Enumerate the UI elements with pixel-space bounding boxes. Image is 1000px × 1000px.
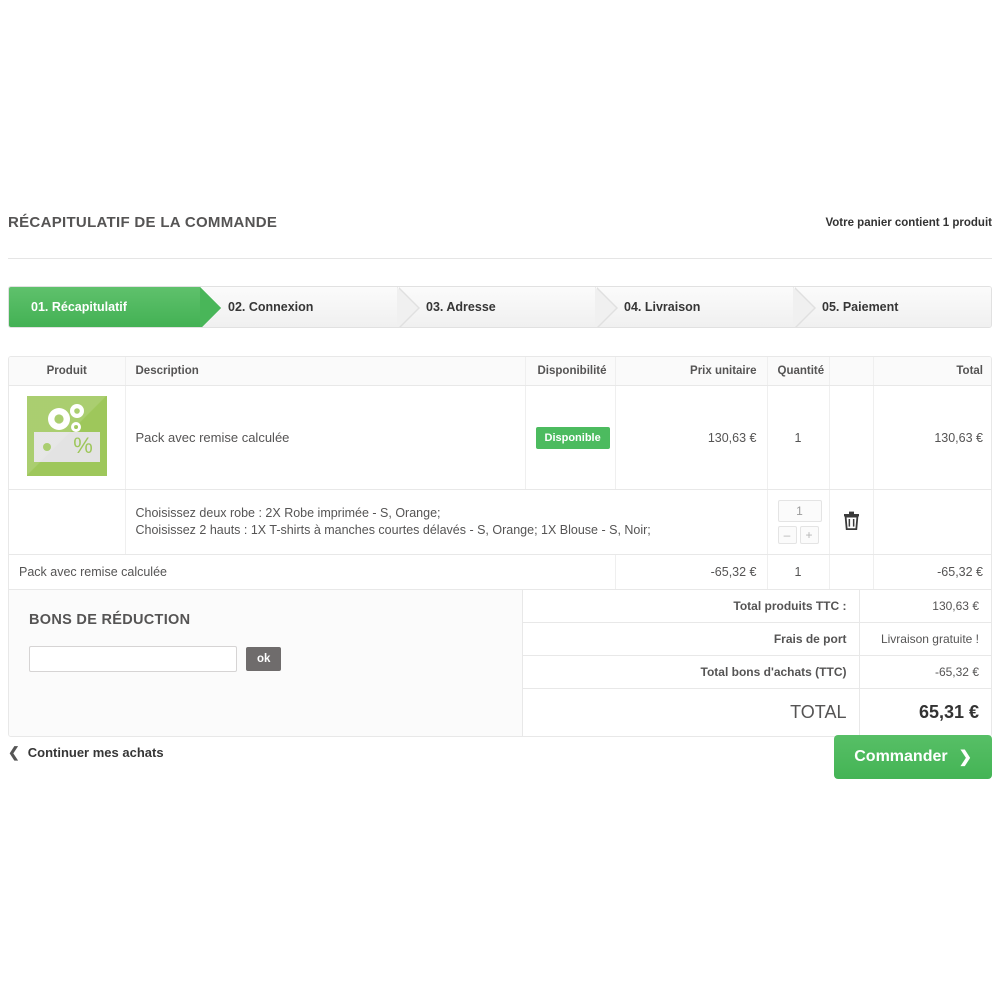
status-badge: Disponible <box>535 426 610 449</box>
quantity-decrease-button[interactable]: – <box>777 526 797 544</box>
discount-actions-cell <box>829 554 874 590</box>
quantity-increase-button[interactable]: + <box>799 526 819 544</box>
step-arrow-icon <box>793 287 814 327</box>
pack-option-line-2: Choisissez 2 hauts : 1X T-shirts à manch… <box>135 523 651 537</box>
pack-options-cell: Choisissez deux robe : 2X Robe imprimée … <box>125 489 768 555</box>
step-livraison[interactable]: 04. Livraison <box>596 287 816 327</box>
step-label: 02. Connexion <box>228 300 314 314</box>
cart-table: Produit Description Disponibilité Prix u… <box>9 357 991 590</box>
thumbnail-sheen <box>26 396 107 476</box>
order-button[interactable]: Commander ❯ <box>834 735 992 779</box>
totals-value-shipping: Livraison gratuite ! <box>859 622 991 656</box>
column-header-disponibilite: Disponibilité <box>525 357 616 386</box>
discount-quantity: 1 <box>767 554 830 590</box>
options-total-cell <box>873 489 991 555</box>
product-quantity: 1 <box>767 385 830 490</box>
totals-table: Total produits TTC : 130,63 € Frais de p… <box>523 590 991 736</box>
column-header-actions <box>829 357 874 386</box>
column-header-description: Description <box>125 357 526 386</box>
totals-label-shipping: Frais de port <box>523 622 860 656</box>
continue-shopping-label: Continuer mes achats <box>27 745 164 760</box>
column-header-total: Total <box>873 357 991 386</box>
step-connexion[interactable]: 02. Connexion <box>200 287 420 327</box>
product-name-cell: Pack avec remise calculée <box>125 385 526 490</box>
step-label: 04. Livraison <box>624 300 701 314</box>
discount-total: -65,32 € <box>873 554 991 590</box>
column-header-quantite: Quantité <box>767 357 830 386</box>
product-actions-cell <box>829 385 874 490</box>
order-button-label: Commander <box>854 748 948 765</box>
totals-label-vouchers: Total bons d'achats (TTC) <box>523 655 860 689</box>
step-recapitulatif[interactable]: 01. Récapitulatif <box>9 287 221 327</box>
checkout-page: RÉCAPITULATIF DE LA COMMANDE Votre panie… <box>0 0 1000 1000</box>
totals-row-shipping: Frais de port Livraison gratuite ! <box>523 622 991 656</box>
grand-total-value: 65,31 € <box>918 702 979 722</box>
product-availability-cell: Disponible <box>525 385 616 490</box>
product-name[interactable]: Pack avec remise calculée <box>136 430 290 445</box>
quantity-buttons: – + <box>777 526 819 544</box>
totals-value-vouchers: -65,32 € <box>859 655 991 689</box>
step-arrow-icon <box>200 287 221 327</box>
table-row-product-options: Choisissez deux robe : 2X Robe imprimée … <box>9 489 991 555</box>
cart-table-header-row: Produit Description Disponibilité Prix u… <box>9 357 991 386</box>
step-paiement[interactable]: 05. Paiement <box>794 287 991 327</box>
totals-row-products: Total produits TTC : 130,63 € <box>523 590 991 623</box>
product-unit-price: 130,63 € <box>615 385 768 490</box>
cart-summary-text: Votre panier contient 1 produit <box>825 217 992 229</box>
delete-cell <box>829 489 874 555</box>
step-arrow-icon <box>595 287 616 327</box>
coupon-title: BONS DE RÉDUCTION <box>29 612 191 628</box>
product-line-total: 130,63 € <box>873 385 991 490</box>
totals-value-products: 130,63 € <box>859 590 991 623</box>
quantity-input[interactable] <box>777 500 822 522</box>
cart-footer: BONS DE RÉDUCTION ok Total produits TTC … <box>9 590 991 736</box>
table-row-discount: Pack avec remise calculée -65,32 € 1 -65… <box>9 554 991 590</box>
step-label: 01. Récapitulatif <box>31 300 127 314</box>
step-label: 05. Paiement <box>822 300 899 314</box>
table-row-product: % Pack avec remise calculée Disponible 1… <box>9 385 991 490</box>
coupon-form: ok <box>29 646 502 672</box>
totals-panel: Total produits TTC : 130,63 € Frais de p… <box>523 590 991 736</box>
product-placeholder-icon: % <box>26 396 107 476</box>
totals-row-grand: TOTAL 65,31 € <box>523 688 991 736</box>
continue-shopping-link[interactable]: ❮ Continuer mes achats <box>8 744 164 761</box>
step-adresse[interactable]: 03. Adresse <box>398 287 618 327</box>
grand-total-label: TOTAL <box>523 688 860 736</box>
coupon-input[interactable] <box>29 646 237 672</box>
discount-unit-price: -65,32 € <box>615 554 768 590</box>
chevron-right-icon: ❯ <box>958 749 972 766</box>
chevron-left-icon: ❮ <box>8 744 20 760</box>
page-header: RÉCAPITULATIF DE LA COMMANDE Votre panie… <box>8 212 992 242</box>
discount-label: Pack avec remise calculée <box>9 554 616 590</box>
column-header-produit: Produit <box>9 357 126 386</box>
step-label: 03. Adresse <box>426 300 496 314</box>
coupon-submit-button[interactable]: ok <box>246 647 282 671</box>
coupon-panel: BONS DE RÉDUCTION ok <box>9 590 523 736</box>
cart-panel: Produit Description Disponibilité Prix u… <box>8 356 992 737</box>
header-divider <box>8 258 992 259</box>
column-header-prix-unitaire: Prix unitaire <box>615 357 768 386</box>
trash-icon[interactable] <box>843 511 860 533</box>
quantity-stepper: – + <box>767 489 830 555</box>
product-thumbnail-cell: % <box>9 385 126 490</box>
totals-row-vouchers: Total bons d'achats (TTC) -65,32 € <box>523 655 991 689</box>
options-empty-cell <box>9 489 126 555</box>
step-arrow-icon <box>397 287 418 327</box>
totals-label-products: Total produits TTC : <box>523 590 860 623</box>
page-title: RÉCAPITULATIF DE LA COMMANDE <box>8 214 278 231</box>
pack-option-line-1: Choisissez deux robe : 2X Robe imprimée … <box>135 506 441 520</box>
checkout-steps: 01. Récapitulatif 02. Connexion 03. Adre… <box>8 286 992 328</box>
